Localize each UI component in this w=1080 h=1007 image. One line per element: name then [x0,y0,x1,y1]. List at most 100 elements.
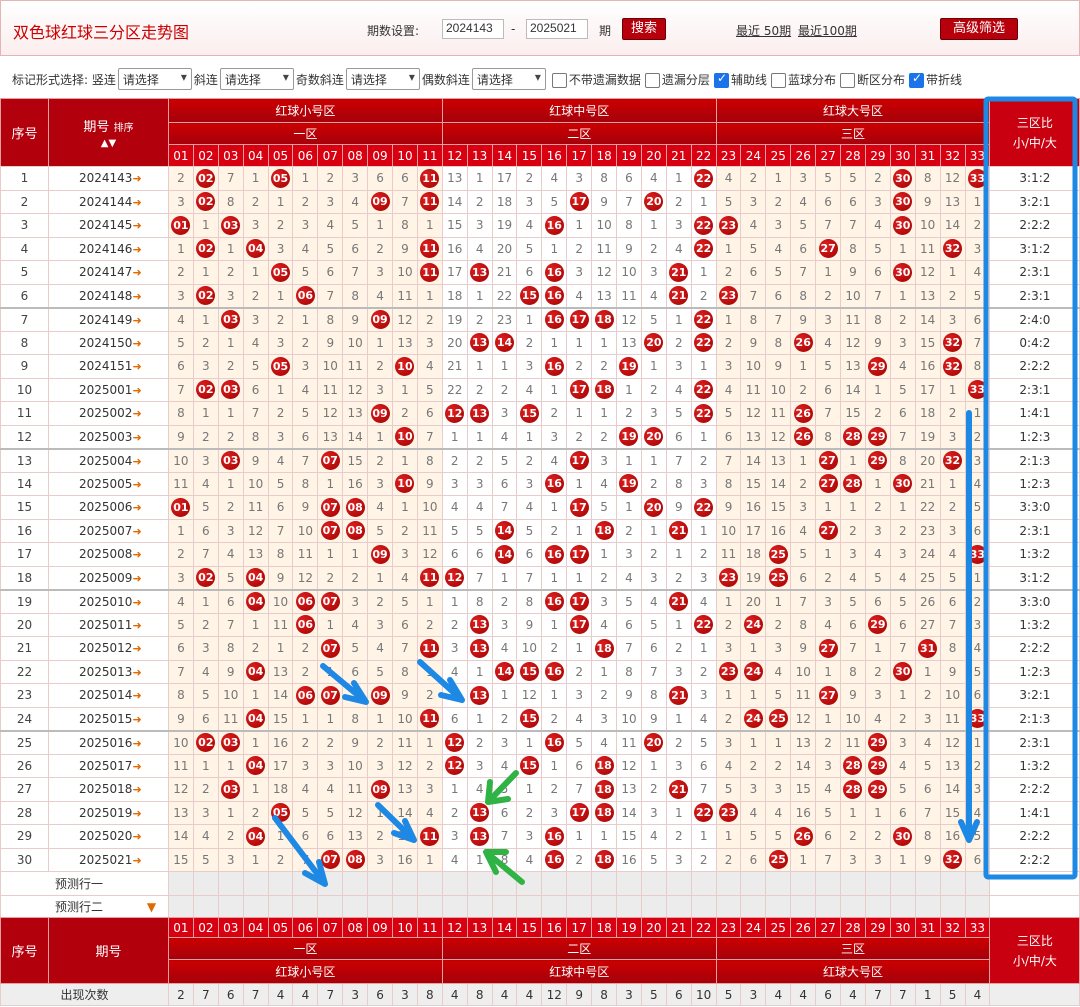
prediction-cell[interactable] [665,871,692,896]
prediction-cell[interactable] [242,871,269,896]
prediction-row[interactable]: 预测行一 [0,871,1080,896]
prediction-cell[interactable] [342,894,369,919]
prediction-cell[interactable] [168,871,194,896]
checkbox-0[interactable] [551,72,567,88]
prediction-cell[interactable] [292,894,319,919]
odd-diag-select[interactable]: 请选择 [345,68,420,90]
prediction-cell[interactable] [939,894,966,919]
prediction-cell[interactable] [292,871,319,896]
prediction-cell[interactable] [192,894,219,919]
prediction-cell[interactable] [466,894,493,919]
prediction-cell[interactable] [740,894,767,919]
row-issue[interactable]: 2024149➜ [48,306,169,332]
row-issue[interactable]: 2025008➜ [48,542,169,567]
prediction-row[interactable]: 预测行二 ▼ [0,894,1080,919]
prediction-cell[interactable] [242,894,269,919]
row-issue[interactable]: 2024148➜ [48,283,169,308]
checkbox-5[interactable] [908,71,924,88]
row-issue[interactable]: 2025009➜ [48,565,169,590]
recent-50-link[interactable]: 最近 50期 [736,22,791,39]
prediction-cell[interactable] [964,894,991,919]
prediction-cell[interactable] [367,871,394,896]
prediction-cell[interactable] [889,871,916,896]
prediction-cell[interactable] [566,871,593,896]
row-issue[interactable]: 2025013➜ [48,659,169,684]
prediction-cell[interactable] [740,871,767,896]
prediction-cell[interactable] [491,871,518,896]
row-issue[interactable]: 2025002➜ [48,401,169,426]
row-issue[interactable]: 2025012➜ [48,636,169,661]
even-diag-select[interactable]: 请选择 [471,68,546,90]
prediction-cell[interactable] [815,894,842,919]
prediction-cell[interactable] [889,894,916,919]
vertical-select[interactable]: 请选择 [117,68,192,90]
prediction-cell[interactable] [864,871,891,896]
prediction-cell[interactable] [665,894,692,919]
prediction-cell[interactable] [939,871,966,896]
prediction-cell[interactable] [541,871,568,896]
row-issue[interactable]: 2024146➜ [48,236,169,261]
prediction-cell[interactable] [317,871,344,896]
prediction-cell[interactable] [964,871,991,896]
prediction-cell[interactable] [441,894,468,919]
checkbox-2[interactable] [713,71,729,88]
period-to-input[interactable]: 2025021 [526,19,588,39]
prediction-cell[interactable] [989,894,1080,919]
checkbox-1[interactable] [644,72,660,88]
row-issue[interactable]: 2025015➜ [48,706,169,731]
prediction-cell[interactable] [591,894,618,919]
prediction-cell[interactable] [441,871,468,896]
prediction-cell[interactable] [715,871,742,896]
prediction-cell[interactable] [466,871,493,896]
row-issue[interactable]: 2025016➜ [48,729,169,755]
row-issue[interactable]: 2025001➜ [48,377,169,402]
prediction-cell[interactable] [840,894,866,919]
prediction-cell[interactable] [541,894,568,919]
row-issue[interactable]: 2024147➜ [48,260,169,285]
prediction-cell[interactable] [192,871,219,896]
prediction-cell[interactable] [491,894,518,919]
prediction-cell[interactable] [392,871,418,896]
period-from-input[interactable]: 2024143 [442,19,504,39]
row-issue[interactable]: 2025005➜ [48,471,169,496]
prediction-cell[interactable] [267,894,294,919]
prediction-cell[interactable] [367,894,394,919]
prediction-cell[interactable] [616,871,642,896]
prediction-cell[interactable] [267,871,294,896]
prediction-cell[interactable] [392,894,418,919]
row-issue[interactable]: 2025003➜ [48,424,169,449]
row-issue[interactable]: 2024145➜ [48,213,169,238]
prediction-cell[interactable] [864,894,891,919]
row-issue[interactable]: 2025020➜ [48,824,169,849]
row-issue[interactable]: 2025006➜ [48,495,169,520]
row-issue[interactable]: 2025004➜ [48,447,169,473]
row-issue[interactable]: 2024143➜ [48,166,169,191]
prediction-cell[interactable] [989,871,1080,896]
prediction-cell[interactable] [690,871,717,896]
checkbox-3[interactable] [770,72,786,88]
prediction-cell[interactable] [416,871,443,896]
prediction-cell[interactable] [616,894,642,919]
prediction-cell[interactable] [217,871,244,896]
row-issue[interactable]: 2025017➜ [48,753,169,778]
prediction-cell[interactable] [640,894,667,919]
prediction-cell[interactable] [566,894,593,919]
prediction-cell[interactable] [790,894,817,919]
prediction-cell[interactable] [840,871,866,896]
prediction-cell[interactable] [914,894,941,919]
row-issue[interactable]: 2025011➜ [48,612,169,637]
diag-select[interactable]: 请选择 [219,68,294,90]
prediction-cell[interactable] [690,894,717,919]
row-issue[interactable]: 2025010➜ [48,588,169,614]
row-issue[interactable]: 2025014➜ [48,683,169,708]
prediction-cell[interactable] [765,871,792,896]
prediction-cell[interactable] [765,894,792,919]
search-button[interactable]: 搜索 [622,18,666,40]
prediction-cell[interactable] [416,894,443,919]
prediction-cell[interactable] [591,871,618,896]
checkbox-4[interactable] [839,72,855,88]
recent-100-link[interactable]: 最近100期 [798,22,857,39]
prediction-cell[interactable] [516,894,543,919]
prediction-cell[interactable] [168,894,194,919]
row-issue[interactable]: 2025018➜ [48,777,169,802]
